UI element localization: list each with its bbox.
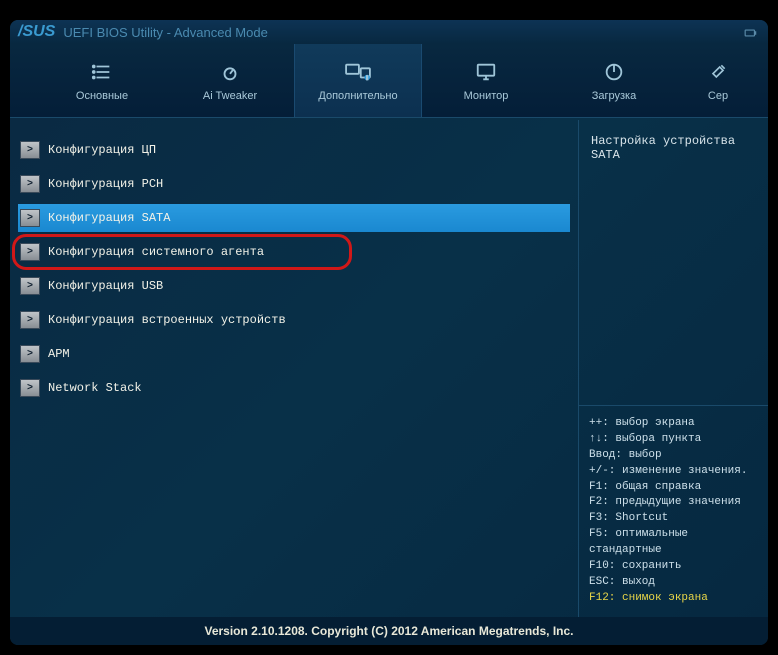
brand-logo: /SUS — [18, 23, 55, 41]
tab-boot[interactable]: Загрузка — [550, 44, 678, 117]
shortcut-line: ↑↓: выбора пункта — [589, 432, 758, 448]
shortcut-line: F2: предыдущие значения — [589, 495, 758, 511]
content-body: > Конфигурация ЦП > Конфигурация PCH > К… — [10, 120, 768, 617]
utility-title: UEFI BIOS Utility - Advanced Mode — [63, 25, 267, 40]
shortcut-line: F5: оптимальные стандартные — [589, 527, 758, 559]
devices-icon: i — [343, 60, 373, 84]
menu-item-label: Конфигурация ЦП — [48, 143, 156, 157]
svg-text:i: i — [367, 75, 368, 80]
tab-label: Сер — [708, 90, 728, 102]
shortcut-line: F1: общая справка — [589, 480, 758, 496]
tab-monitor[interactable]: Монитор — [422, 44, 550, 117]
tool-icon — [703, 60, 733, 84]
power-icon — [599, 60, 629, 84]
bios-screen: /SUS UEFI BIOS Utility - Advanced Mode О… — [10, 20, 768, 645]
menu-item-network-stack[interactable]: > Network Stack — [18, 374, 570, 402]
menu-item-label: Конфигурация системного агента — [48, 245, 264, 259]
help-description: Настройка устройства SATA — [579, 120, 768, 405]
tab-label: Дополнительно — [318, 90, 397, 102]
chevron-right-icon: > — [20, 209, 40, 227]
shortcut-line: Ввод: выбор — [589, 448, 758, 464]
menu-item-onboard-devices[interactable]: > Конфигурация встроенных устройств — [18, 306, 570, 334]
chevron-right-icon: > — [20, 243, 40, 261]
tab-ai-tweaker[interactable]: Ai Tweaker — [166, 44, 294, 117]
version-text: Version 2.10.1208. Copyright (C) 2012 Am… — [204, 624, 573, 638]
tab-bar: Основные Ai Tweaker i Дополнительно Мони… — [10, 44, 768, 118]
chevron-right-icon: > — [20, 141, 40, 159]
tab-label: Ai Tweaker — [203, 90, 257, 102]
menu-item-label: Конфигурация USB — [48, 279, 163, 293]
menu-item-label: Конфигурация встроенных устройств — [48, 313, 286, 327]
menu-item-label: Network Stack — [48, 381, 142, 395]
monitor-icon — [471, 60, 501, 84]
list-icon — [87, 60, 117, 84]
right-panel: Настройка устройства SATA ++: выбор экра… — [578, 120, 768, 617]
help-text: Настройка устройства SATA — [591, 134, 735, 162]
tab-label: Основные — [76, 90, 128, 102]
battery-icon — [744, 26, 758, 40]
shortcut-line: ESC: выход — [589, 575, 758, 591]
menu-item-usb-config[interactable]: > Конфигурация USB — [18, 272, 570, 300]
shortcut-line: +/-: изменение значения. — [589, 464, 758, 480]
menu-item-system-agent-config[interactable]: > Конфигурация системного агента — [18, 238, 570, 266]
shortcut-highlight: F12: снимок экрана — [589, 591, 758, 607]
menu-panel: > Конфигурация ЦП > Конфигурация PCH > К… — [10, 120, 578, 617]
tab-tool[interactable]: Сер — [678, 44, 758, 117]
menu-item-label: Конфигурация SATA — [48, 211, 170, 225]
menu-item-sata-config[interactable]: > Конфигурация SATA — [18, 204, 570, 232]
tab-label: Монитор — [464, 90, 509, 102]
chevron-right-icon: > — [20, 345, 40, 363]
footer-bar: Version 2.10.1208. Copyright (C) 2012 Am… — [10, 617, 768, 645]
shortcut-line: ++: выбор экрана — [589, 416, 758, 432]
chevron-right-icon: > — [20, 175, 40, 193]
tab-main[interactable]: Основные — [38, 44, 166, 117]
chevron-right-icon: > — [20, 311, 40, 329]
menu-item-apm[interactable]: > APM — [18, 340, 570, 368]
shortcut-panel: ++: выбор экрана ↑↓: выбора пункта Ввод:… — [579, 405, 768, 617]
shortcut-line: F10: сохранить — [589, 559, 758, 575]
chevron-right-icon: > — [20, 379, 40, 397]
menu-item-cpu-config[interactable]: > Конфигурация ЦП — [18, 136, 570, 164]
top-bar: /SUS UEFI BIOS Utility - Advanced Mode — [10, 20, 768, 44]
dial-icon — [215, 60, 245, 84]
chevron-right-icon: > — [20, 277, 40, 295]
shortcut-line: F3: Shortcut — [589, 511, 758, 527]
menu-item-pch-config[interactable]: > Конфигурация PCH — [18, 170, 570, 198]
menu-item-label: APM — [48, 347, 70, 361]
tab-advanced[interactable]: i Дополнительно — [294, 44, 422, 117]
tab-label: Загрузка — [592, 90, 636, 102]
menu-item-label: Конфигурация PCH — [48, 177, 163, 191]
